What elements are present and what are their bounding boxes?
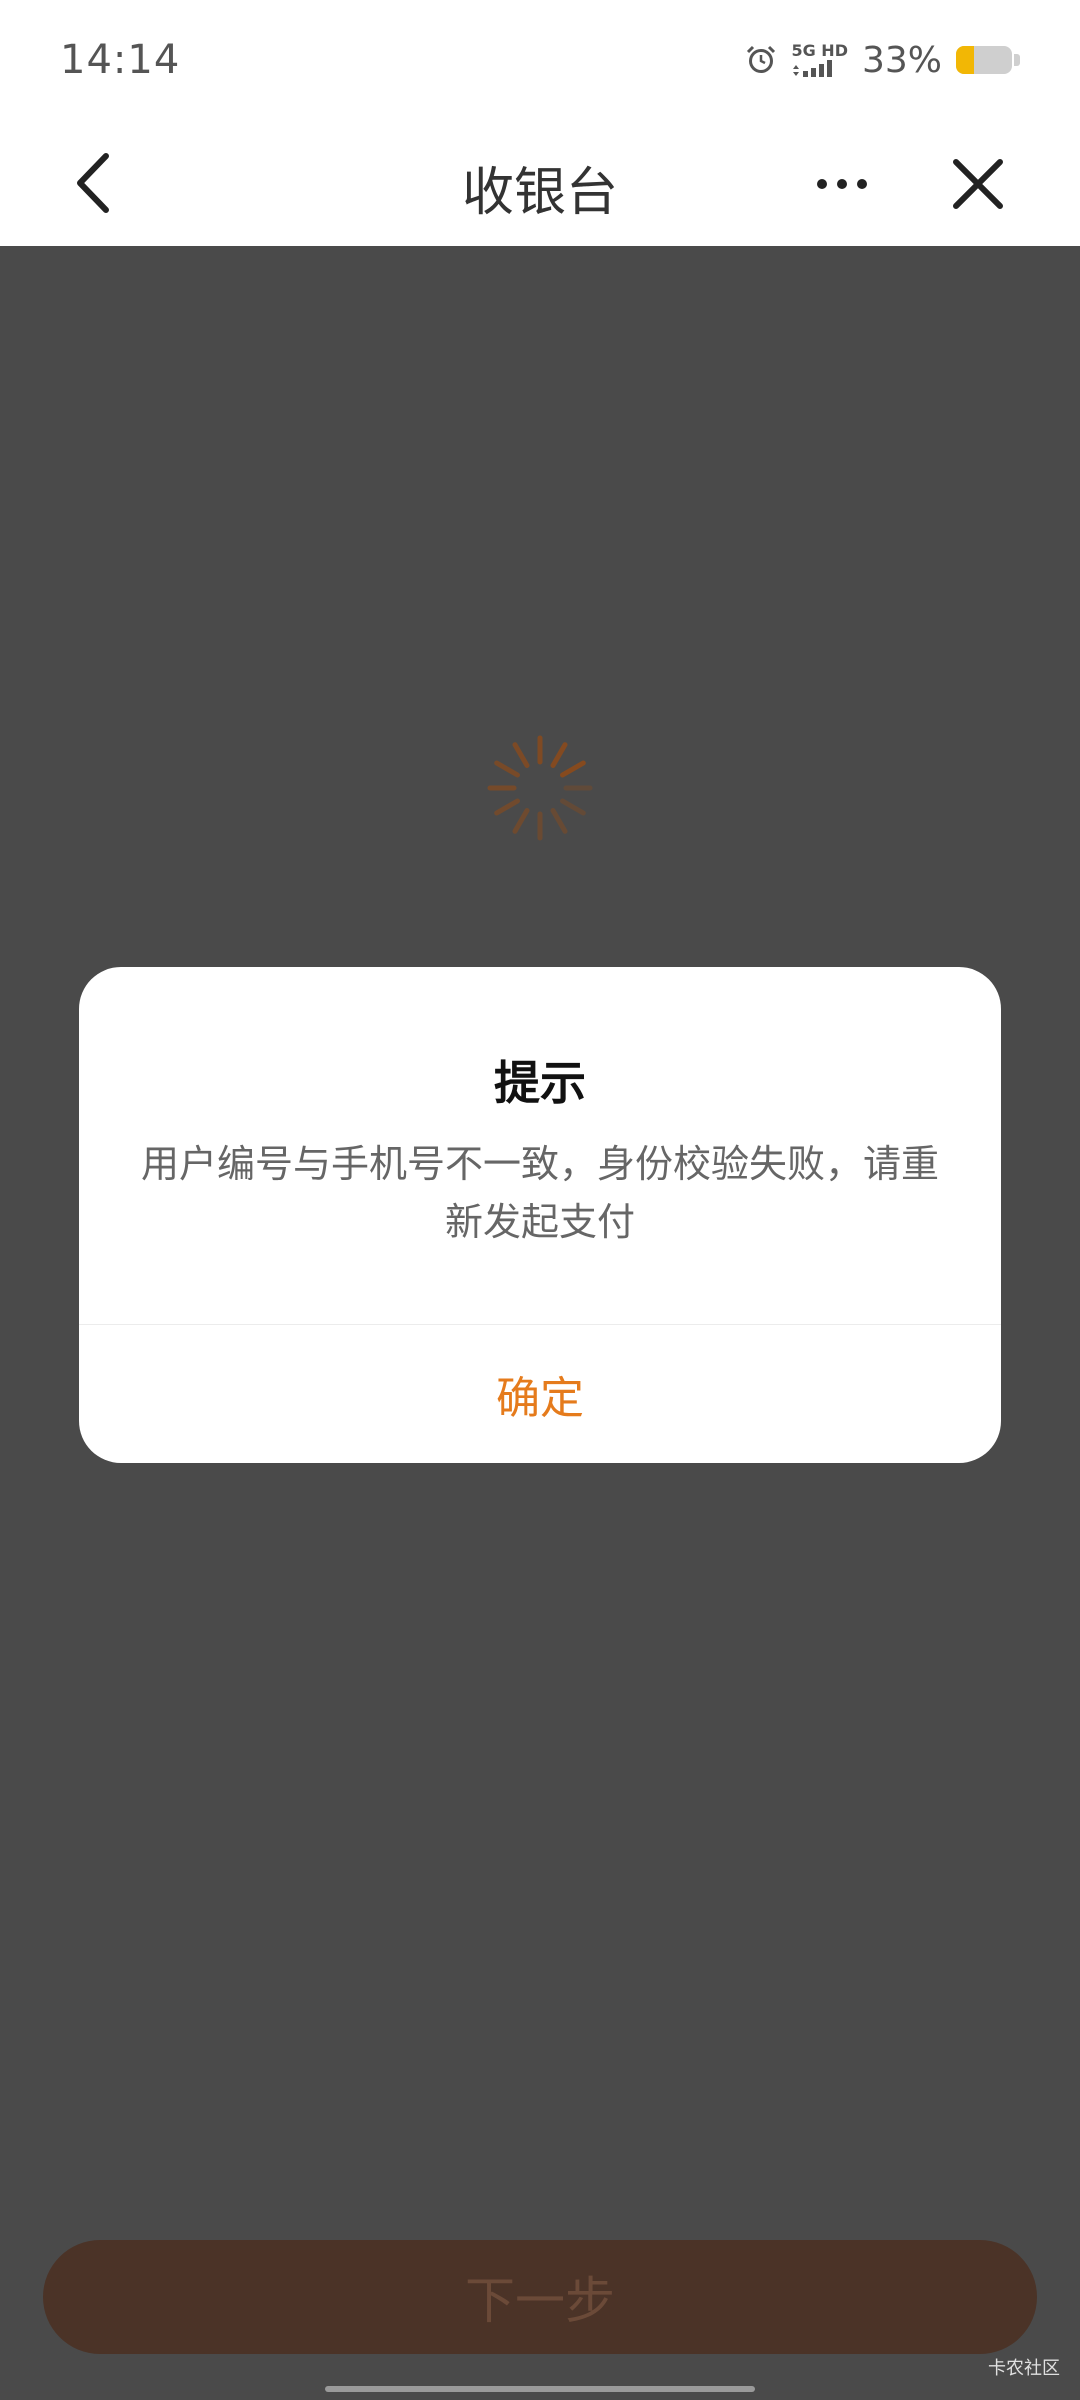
- spinner-tick: [560, 798, 586, 816]
- home-indicator[interactable]: [325, 2386, 755, 2392]
- spinner-tick: [494, 798, 520, 816]
- alert-dialog: 提示 用户编号与手机号不一致，身份校验失败，请重新发起支付 确定: [79, 967, 1001, 1463]
- confirm-button[interactable]: 确定: [79, 1325, 1001, 1463]
- loading-spinner-icon: [487, 735, 593, 841]
- spinner-tick: [550, 808, 568, 834]
- network-indicator: 5G HD: [791, 43, 848, 77]
- battery-icon: [956, 46, 1012, 74]
- screen: 14:14 5G HD 33% 收银台 提示 用户编号与手机号不一致，身份校验失…: [0, 0, 1080, 2400]
- network-label: 5G HD: [791, 41, 848, 60]
- spinner-tick: [550, 742, 568, 768]
- page-title: 收银台: [461, 163, 618, 223]
- alarm-icon: [747, 45, 776, 73]
- spinner-tick: [512, 742, 530, 768]
- spinner-tick: [560, 760, 586, 778]
- status-time: 14:14: [60, 37, 181, 83]
- battery-fill: [956, 46, 975, 74]
- close-icon[interactable]: [950, 156, 1006, 212]
- dialog-message: 用户编号与手机号不一致，身份校验失败，请重新发起支付: [140, 1142, 939, 1244]
- status-bar: 14:14 5G HD 33%: [0, 0, 1080, 120]
- next-step-button[interactable]: 下一步: [43, 2240, 1037, 2354]
- signal-icon: [793, 60, 833, 77]
- status-icons: 5G HD 33%: [745, 40, 1020, 81]
- watermark: 卡农社区: [988, 2358, 1060, 2379]
- more-dots-icon[interactable]: [812, 164, 872, 204]
- nav-bar: 收银台: [0, 120, 1080, 246]
- dialog-title: 提示: [494, 1056, 586, 1110]
- spinner-tick: [512, 808, 530, 834]
- battery-cap: [1014, 54, 1020, 66]
- spinner-tick: [494, 760, 520, 778]
- battery-percent: 33%: [861, 39, 942, 81]
